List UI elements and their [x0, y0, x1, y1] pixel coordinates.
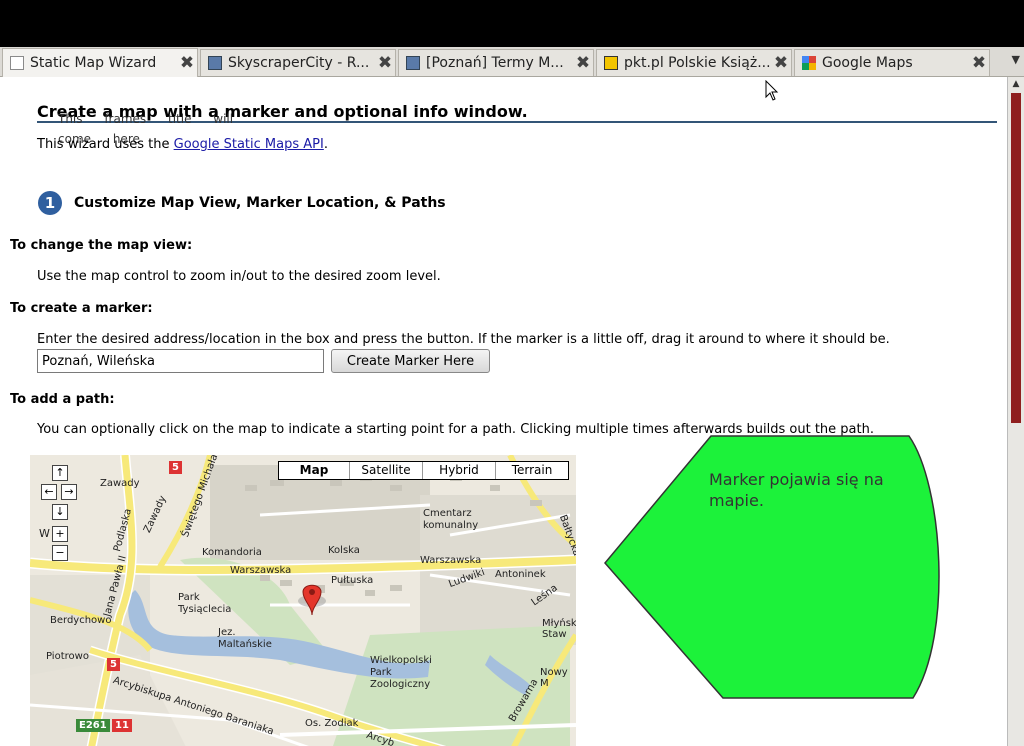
site-icon [406, 56, 420, 70]
map-label: Piotrowo [46, 651, 89, 662]
map-view-heading: To change the map view: [10, 238, 193, 253]
road-shield: 5 [169, 461, 182, 474]
map-label: Antoninek [495, 569, 546, 580]
map-view-text: Use the map control to zoom in/out to th… [37, 269, 441, 284]
map-label: Młyński Staw [542, 618, 576, 640]
step-title: Customize Map View, Marker Location, & P… [74, 195, 446, 211]
close-icon[interactable]: ✖ [969, 53, 989, 73]
marker-heading: To create a marker: [10, 301, 153, 316]
map-label: Warszawska [420, 555, 482, 566]
step-header: 1 Customize Map View, Marker Location, &… [38, 191, 446, 215]
map-type-terrain[interactable]: Terrain [495, 462, 568, 479]
map-label: Kolska [328, 545, 360, 556]
tab-pkt-pl[interactable]: pkt.pl Polskie Książ... ✖ [596, 49, 792, 76]
close-icon[interactable]: ✖ [573, 53, 593, 73]
map-label: Warszawska [230, 565, 292, 576]
static-maps-api-link[interactable]: Google Static Maps API [174, 137, 324, 152]
mouse-cursor-icon [765, 80, 779, 101]
map-type-map[interactable]: Map [279, 462, 349, 479]
zoom-in-button[interactable]: + [52, 526, 68, 542]
site-icon [604, 56, 618, 70]
tab-title: [Poznań] Termy M... [426, 55, 564, 71]
pan-right-button[interactable]: → [61, 484, 77, 500]
window-top-bar [0, 0, 1024, 47]
zoom-out-button[interactable]: − [52, 545, 68, 561]
map-label: Jez. Maltańskie [218, 627, 272, 650]
path-heading: To add a path: [10, 392, 115, 407]
pan-up-button[interactable]: ↑ [52, 465, 68, 481]
google-icon [802, 56, 816, 70]
pan-down-button[interactable]: ↓ [52, 504, 68, 520]
annotation-callout: Marker pojawia się na mapie. [603, 435, 946, 699]
page-content: Create a map with a marker and optional … [0, 77, 1007, 746]
tab-title: SkyscraperCity - R... [228, 55, 370, 71]
intro-suffix: . [323, 137, 328, 152]
tab-list-dropdown-icon[interactable]: ▼ [1012, 53, 1020, 66]
close-icon[interactable]: ✖ [771, 53, 791, 73]
map-label: Zawady [100, 478, 140, 489]
tab-bar: Static Map Wizard ✖ SkyscraperCity - R..… [0, 47, 1024, 77]
marker-text: Enter the desired address/location in th… [37, 332, 890, 347]
map-label: Nowy M [540, 667, 568, 689]
tab-poznan-termy[interactable]: [Poznań] Termy M... ✖ [398, 49, 594, 76]
page-icon [10, 56, 24, 70]
map-canvas[interactable]: ↑ ← → ↓ W + − Map Satellite Hybrid Terra… [30, 455, 576, 746]
road-shield: E261 [76, 719, 110, 732]
map-type-hybrid[interactable]: Hybrid [422, 462, 495, 479]
road-shield: 5 [107, 658, 120, 671]
site-icon [208, 56, 222, 70]
create-marker-button[interactable]: Create Marker Here [331, 349, 490, 373]
tab-google-maps[interactable]: Google Maps ✖ [794, 49, 990, 76]
intro-text: This wizard uses the Google Static Maps … [37, 137, 328, 152]
tab-skyscrapercity[interactable]: SkyscraperCity - R... ✖ [200, 49, 396, 76]
map-label: Park Tysiąclecia [178, 592, 232, 615]
vertical-scrollbar[interactable]: ▲ [1007, 77, 1024, 746]
tab-title: pkt.pl Polskie Książ... [624, 55, 771, 71]
map-type-satellite[interactable]: Satellite [349, 462, 422, 479]
step-number-badge: 1 [38, 191, 62, 215]
map-control-w-label: W [39, 527, 50, 540]
intro-prefix: This wizard uses the [37, 137, 174, 152]
address-input[interactable] [37, 349, 324, 373]
map-label: Wielkopolski Park Zoologiczny [370, 655, 432, 690]
tab-static-map-wizard[interactable]: Static Map Wizard ✖ [2, 48, 198, 77]
close-icon[interactable]: ✖ [177, 53, 197, 73]
map-label: Berdychowo [50, 615, 112, 626]
map-label: Cmentarz komunalny [423, 508, 479, 531]
close-icon[interactable]: ✖ [375, 53, 395, 73]
map-type-selector: Map Satellite Hybrid Terrain [278, 461, 569, 480]
road-shield: 11 [112, 719, 132, 732]
map-label: Os. Zodiak [305, 718, 359, 729]
map-label: Komandoria [202, 547, 262, 558]
callout-text: Marker pojawia się na mapie. [709, 470, 884, 510]
tab-title: Static Map Wizard [30, 55, 157, 71]
tab-title: Google Maps [822, 55, 913, 71]
pan-left-button[interactable]: ← [41, 484, 57, 500]
scrollbar-thumb[interactable] [1011, 93, 1021, 423]
map-label: Pułtuska [331, 575, 374, 586]
scroll-up-arrow-icon[interactable]: ▲ [1008, 77, 1024, 91]
